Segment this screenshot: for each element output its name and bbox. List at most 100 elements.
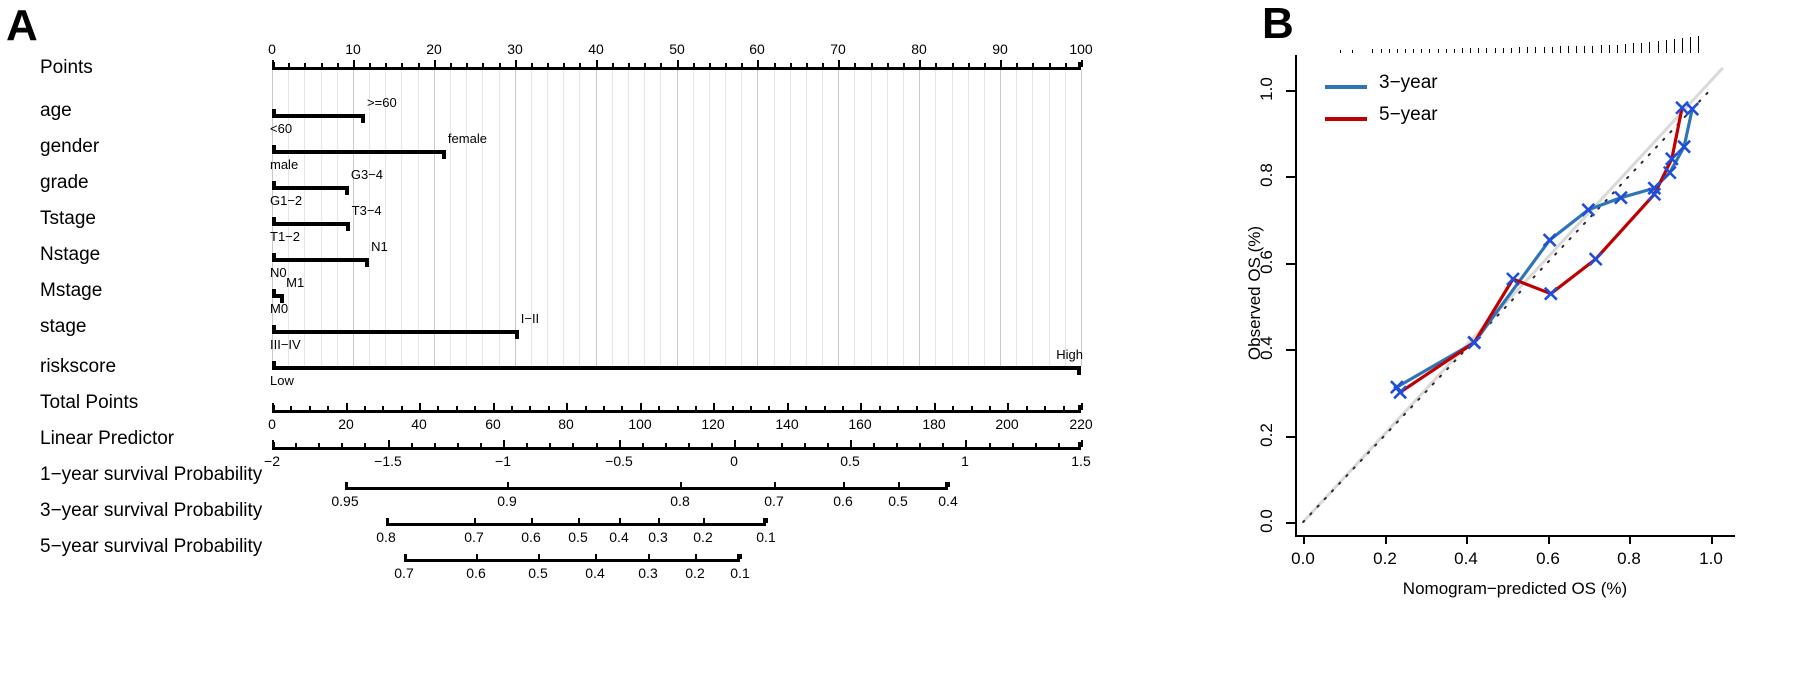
points-axis-minor-tick <box>725 63 727 67</box>
nomogram-gridline <box>984 70 985 366</box>
survival-axis-3year-tick-label: 0.1 <box>756 529 776 545</box>
predictor-cap-low-age <box>272 109 276 118</box>
survival-axis-3year-tick <box>474 518 476 523</box>
total-points-axis-minor-tick <box>621 406 623 410</box>
total-points-axis-minor-tick <box>290 406 292 410</box>
nomogram-gridline <box>547 70 548 366</box>
linear-predictor-axis-minor-tick <box>1058 443 1060 447</box>
total-points-axis-tick <box>1081 403 1083 410</box>
total-points-axis-minor-tick <box>952 406 954 410</box>
points-axis-tick-label: 10 <box>345 41 361 57</box>
total-points-axis-tick <box>1007 403 1009 410</box>
points-axis-minor-tick <box>1049 63 1051 67</box>
linear-predictor-axis-minor-tick <box>757 443 759 447</box>
linear-predictor-axis-minor-tick <box>804 443 806 447</box>
total-points-axis-minor-tick <box>1063 406 1065 410</box>
linear-predictor-axis-tick-label: −1.5 <box>374 453 402 469</box>
survival-axis-3year-tick-label: 0.6 <box>521 529 541 545</box>
predictor-bar-stage <box>272 330 519 334</box>
predictor-cap-high-grade <box>344 186 349 195</box>
points-axis-tick-label: 20 <box>426 41 442 57</box>
predictor-cap-low-stage <box>272 325 276 334</box>
predictor-label-low-Nstage: N0 <box>270 265 287 280</box>
points-axis-minor-tick <box>628 63 630 67</box>
survival-axis-3year-tick <box>766 518 768 523</box>
survival-axis-3year-tick-label: 0.3 <box>648 529 668 545</box>
linear-predictor-axis-minor-tick <box>341 443 343 447</box>
linear-predictor-axis-tick <box>850 440 852 447</box>
points-axis-tick-label: 80 <box>911 41 927 57</box>
survival-axis-5year-tick-label: 0.2 <box>685 565 705 581</box>
points-axis-tick <box>1000 60 1002 67</box>
nomogram-row-label: Total Points <box>40 392 139 413</box>
points-axis-tick-label: 50 <box>669 41 685 57</box>
nomogram-gridline <box>1000 70 1001 366</box>
calibration-curves <box>1302 66 1724 524</box>
points-axis-minor-tick <box>1032 63 1034 67</box>
linear-predictor-axis-minor-tick <box>919 443 921 447</box>
total-points-axis-minor-tick <box>585 406 587 410</box>
nomogram-gridline <box>709 70 710 366</box>
linear-predictor-axis-minor-tick <box>295 443 297 447</box>
points-axis-tick-label: 60 <box>749 41 765 57</box>
points-axis-minor-tick <box>660 63 662 67</box>
survival-axis-3year-tick <box>578 518 580 523</box>
predictor-cap-low-Tstage <box>272 217 276 226</box>
predictor-cap-low-Mstage <box>272 289 276 298</box>
survival-axis-3year-tick <box>658 518 660 523</box>
linear-predictor-axis-minor-tick <box>642 443 644 447</box>
survival-axis-5year-line <box>404 559 740 562</box>
points-axis-minor-tick <box>871 63 873 67</box>
points-axis-minor-tick <box>709 63 711 67</box>
nomogram-gridline <box>887 70 888 366</box>
calibration-point-marker <box>1542 233 1557 248</box>
predictor-cap-high-Nstage <box>365 258 370 267</box>
survival-axis-1year-tick-label: 0.8 <box>670 493 690 509</box>
survival-axis-5year-tick <box>648 554 650 559</box>
points-axis-tick <box>919 60 921 67</box>
total-points-axis-tick <box>787 403 789 410</box>
nomogram-gridline <box>822 70 823 366</box>
points-axis-tick-label: 0 <box>268 41 276 57</box>
nomogram-gridline <box>482 70 483 366</box>
points-axis-minor-tick <box>806 63 808 67</box>
calibration-point-marker <box>1647 187 1662 202</box>
points-axis-minor-tick <box>288 63 290 67</box>
points-axis-minor-tick <box>466 63 468 67</box>
nomogram-gridline <box>774 70 775 366</box>
points-axis-minor-tick <box>644 63 646 67</box>
linear-predictor-axis-tick-label: −2 <box>264 453 280 469</box>
nomogram-gridline <box>838 70 839 366</box>
linear-predictor-axis-tick <box>619 440 621 447</box>
total-points-axis-tick-label: 20 <box>338 416 354 432</box>
total-points-axis-minor-tick <box>1044 406 1046 410</box>
total-points-axis-tick <box>272 403 274 410</box>
nomogram-gridline <box>579 70 580 366</box>
points-axis-minor-tick <box>1065 63 1067 67</box>
points-axis-minor-tick <box>693 63 695 67</box>
points-axis-minor-tick <box>968 63 970 67</box>
total-points-axis-tick-label: 160 <box>848 416 872 432</box>
predictor-label-high-Mstage: M1 <box>286 275 305 290</box>
predictor-bar-Tstage <box>272 222 350 226</box>
survival-axis-1year-line <box>345 487 948 490</box>
points-axis-minor-tick <box>741 63 743 67</box>
nomogram-gridline <box>725 70 726 366</box>
survival-axis-1year-tick <box>843 482 845 487</box>
nomogram-gridline <box>693 70 694 366</box>
survival-axis-3year-tick <box>619 518 621 523</box>
nomogram-gridline <box>401 70 402 366</box>
linear-predictor-axis-minor-tick <box>688 443 690 447</box>
nomogram-gridline <box>1065 70 1066 366</box>
predictor-cap-high-stage <box>514 330 519 339</box>
nomogram-gridline <box>854 70 855 366</box>
points-axis-tick <box>515 60 517 67</box>
total-points-axis-tick-label: 60 <box>485 416 501 432</box>
nomogram-row-label: grade <box>40 172 89 193</box>
total-points-axis-tick <box>640 403 642 410</box>
survival-axis-3year-tick <box>386 518 388 523</box>
nomogram-row-label: stage <box>40 316 87 337</box>
total-points-axis-minor-tick <box>1026 406 1028 410</box>
predictor-bar-age <box>272 114 366 118</box>
nomogram-gridline <box>968 70 969 366</box>
